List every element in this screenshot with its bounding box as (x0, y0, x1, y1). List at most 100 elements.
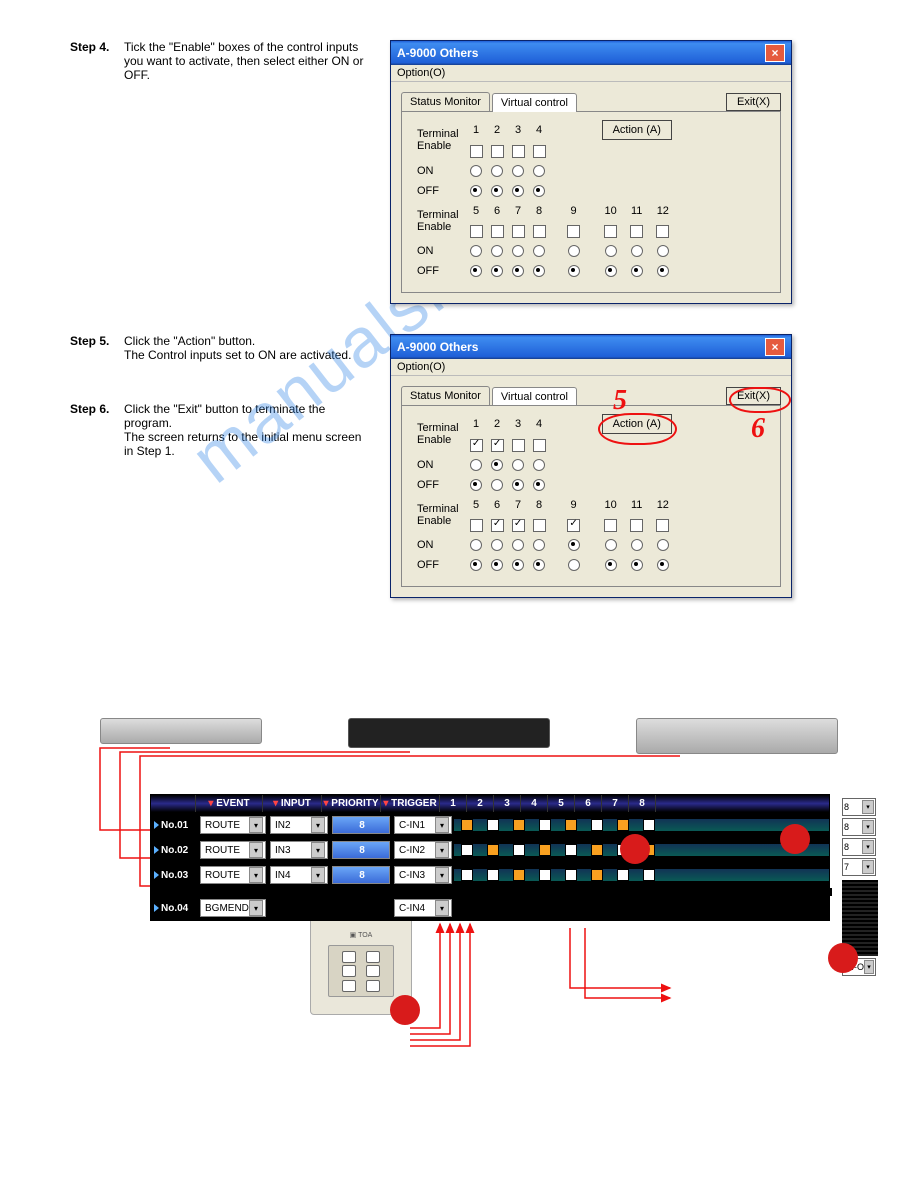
on-radio[interactable] (568, 539, 580, 551)
tab-virtual-control[interactable]: Virtual control (492, 93, 577, 112)
off-radio[interactable] (470, 185, 482, 197)
ch-toggle[interactable] (565, 844, 577, 856)
off-radio[interactable] (568, 559, 580, 571)
ch-toggle[interactable] (513, 819, 525, 831)
input-select[interactable]: IN4▾ (270, 866, 328, 884)
event-select[interactable]: ROUTE▾ (200, 866, 266, 884)
off-radio[interactable] (631, 559, 643, 571)
off-radio[interactable] (605, 265, 617, 277)
priority-value[interactable]: 8 (332, 866, 390, 884)
ch-toggle[interactable] (539, 869, 551, 881)
on-radio[interactable] (631, 539, 643, 551)
enable-checkbox[interactable] (470, 519, 483, 532)
ch-toggle[interactable] (565, 869, 577, 881)
pad-button[interactable] (366, 980, 380, 992)
on-radio[interactable] (605, 245, 617, 257)
off-radio[interactable] (491, 479, 503, 491)
enable-checkbox[interactable] (491, 225, 504, 238)
on-radio[interactable] (470, 245, 482, 257)
on-radio[interactable] (533, 165, 545, 177)
pad-button[interactable] (366, 965, 380, 977)
side-select[interactable]: 8▾ (842, 838, 876, 856)
enable-checkbox[interactable] (491, 519, 504, 532)
enable-checkbox[interactable] (512, 225, 525, 238)
ch-toggle[interactable] (591, 869, 603, 881)
on-radio[interactable] (512, 539, 524, 551)
off-radio[interactable] (605, 559, 617, 571)
off-radio[interactable] (657, 559, 669, 571)
off-radio[interactable] (533, 185, 545, 197)
ch-toggle[interactable] (461, 844, 473, 856)
enable-checkbox[interactable] (630, 519, 643, 532)
on-radio[interactable] (470, 165, 482, 177)
enable-checkbox[interactable] (470, 145, 483, 158)
on-radio[interactable] (470, 459, 482, 471)
off-radio[interactable] (657, 265, 669, 277)
on-radio[interactable] (512, 165, 524, 177)
off-radio[interactable] (491, 559, 503, 571)
enable-checkbox[interactable] (604, 519, 617, 532)
trigger-select[interactable]: C-IN1▾ (394, 816, 452, 834)
event-select[interactable]: ROUTE▾ (200, 841, 266, 859)
enable-checkbox[interactable] (533, 225, 546, 238)
enable-checkbox[interactable] (567, 225, 580, 238)
on-radio[interactable] (491, 165, 503, 177)
ch-toggle[interactable] (487, 869, 499, 881)
close-icon[interactable]: × (765, 44, 785, 62)
on-radio[interactable] (533, 245, 545, 257)
on-radio[interactable] (657, 539, 669, 551)
on-radio[interactable] (631, 245, 643, 257)
on-radio[interactable] (605, 539, 617, 551)
ch-toggle[interactable] (617, 869, 629, 881)
enable-checkbox[interactable] (512, 519, 525, 532)
on-radio[interactable] (568, 245, 580, 257)
enable-checkbox[interactable] (533, 145, 546, 158)
off-radio[interactable] (512, 185, 524, 197)
enable-checkbox[interactable] (656, 519, 669, 532)
trigger-select[interactable]: C-IN4▾ (394, 899, 452, 917)
close-icon[interactable]: × (765, 338, 785, 356)
off-radio[interactable] (470, 265, 482, 277)
event-select[interactable]: ROUTE▾ (200, 816, 266, 834)
tab-virtual-control[interactable]: Virtual control (492, 387, 577, 406)
ch-toggle[interactable] (591, 844, 603, 856)
ch-toggle[interactable] (539, 844, 551, 856)
dialog1-menu[interactable]: Option(O) (391, 65, 791, 82)
ch-toggle[interactable] (591, 819, 603, 831)
enable-checkbox[interactable] (567, 519, 580, 532)
on-radio[interactable] (512, 459, 524, 471)
ch-toggle[interactable] (643, 819, 655, 831)
action-button[interactable]: Action (A) (602, 120, 672, 140)
on-radio[interactable] (533, 539, 545, 551)
ch-toggle[interactable] (461, 819, 473, 831)
enable-checkbox[interactable] (604, 225, 617, 238)
off-radio[interactable] (512, 265, 524, 277)
tab-status-monitor[interactable]: Status Monitor (401, 92, 490, 111)
off-radio[interactable] (533, 559, 545, 571)
off-radio[interactable] (512, 479, 524, 491)
on-radio[interactable] (491, 539, 503, 551)
on-radio[interactable] (491, 245, 503, 257)
enable-checkbox[interactable] (656, 225, 669, 238)
off-radio[interactable] (491, 185, 503, 197)
priority-value[interactable]: 8 (332, 841, 390, 859)
ch-toggle[interactable] (487, 844, 499, 856)
off-radio[interactable] (470, 479, 482, 491)
input-select[interactable]: IN2▾ (270, 816, 328, 834)
enable-checkbox[interactable] (533, 519, 546, 532)
enable-checkbox[interactable] (491, 145, 504, 158)
enable-checkbox[interactable] (470, 439, 483, 452)
pad-button[interactable] (366, 951, 380, 963)
ch-toggle[interactable] (565, 819, 577, 831)
enable-checkbox[interactable] (533, 439, 546, 452)
dialog2-menu[interactable]: Option(O) (391, 359, 791, 376)
enable-checkbox[interactable] (470, 225, 483, 238)
off-radio[interactable] (631, 265, 643, 277)
on-radio[interactable] (470, 539, 482, 551)
side-select[interactable]: 8▾ (842, 798, 876, 816)
input-select[interactable]: IN3▾ (270, 841, 328, 859)
side-select[interactable]: 8▾ (842, 818, 876, 836)
pad-button[interactable] (342, 951, 356, 963)
side-select[interactable]: 7▾ (842, 858, 876, 876)
on-radio[interactable] (491, 459, 503, 471)
